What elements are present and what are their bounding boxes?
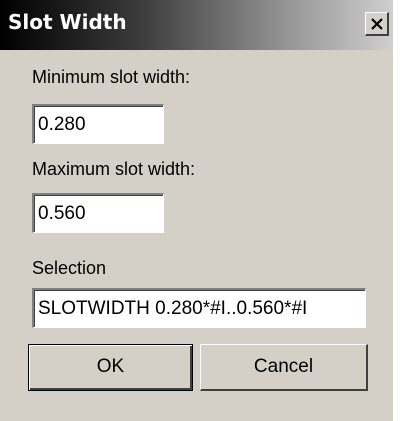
minimum-slot-width-label: Minimum slot width: <box>32 67 191 87</box>
selection-field[interactable] <box>32 288 366 328</box>
minimum-slot-width-input[interactable] <box>38 112 157 138</box>
close-button[interactable] <box>365 12 389 36</box>
minimum-slot-width-field[interactable] <box>32 104 164 144</box>
maximum-slot-width-input[interactable] <box>38 201 157 227</box>
selection-input[interactable] <box>38 296 359 322</box>
title-bar[interactable]: Slot Width <box>0 0 393 50</box>
ok-button[interactable]: OK <box>28 344 193 391</box>
selection-label: Selection <box>32 258 107 278</box>
dialog-title: Slot Width <box>8 10 127 34</box>
maximum-slot-width-label: Maximum slot width: <box>32 159 196 179</box>
slot-width-dialog: Slot Width Minimum slot width: Maximum s… <box>0 0 393 421</box>
close-icon <box>371 18 383 30</box>
maximum-slot-width-field[interactable] <box>32 193 164 233</box>
cancel-button[interactable]: Cancel <box>200 344 368 391</box>
